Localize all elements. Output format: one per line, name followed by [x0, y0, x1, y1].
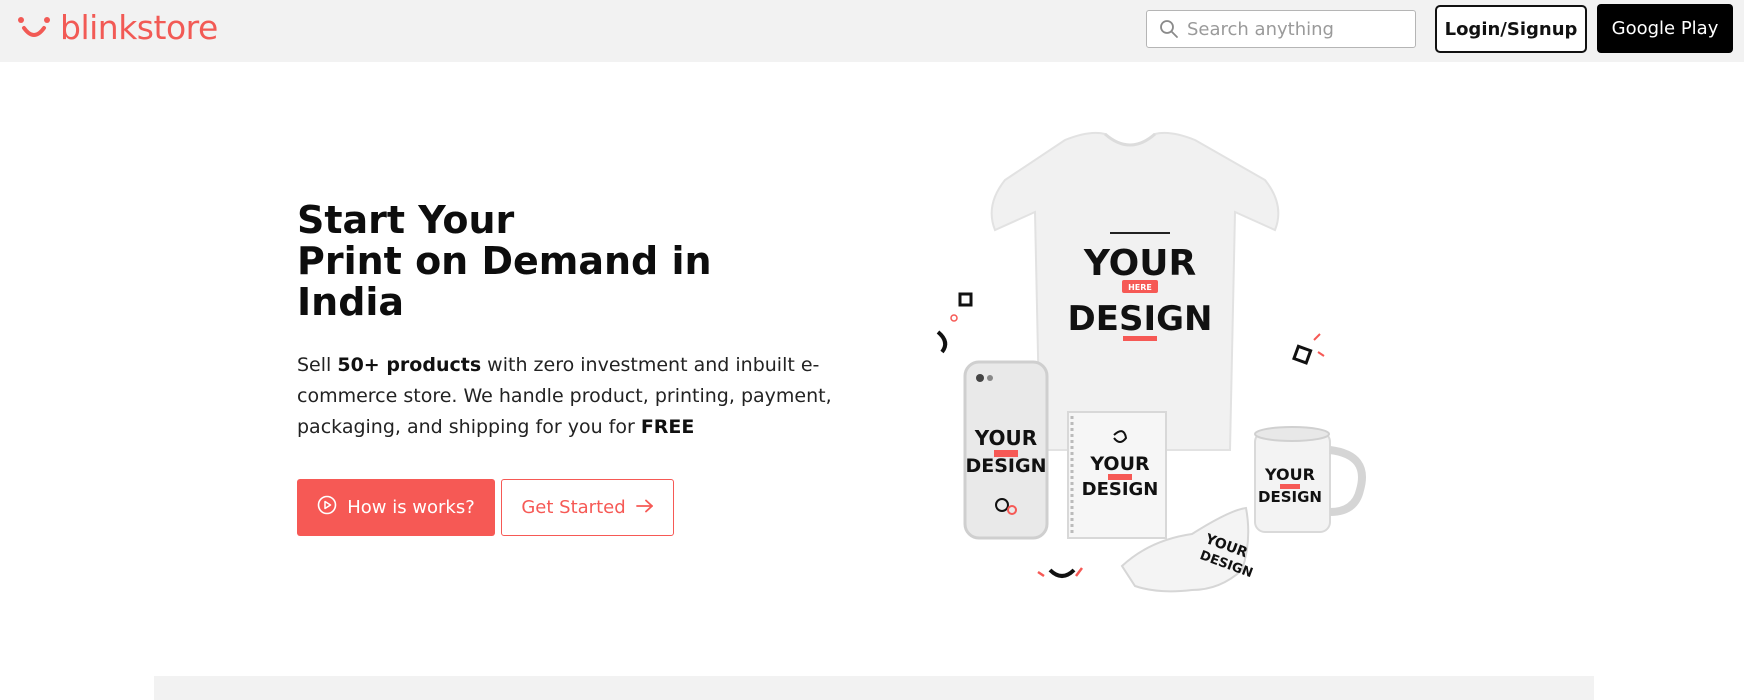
desc-bold-free: FREE: [640, 416, 695, 438]
tshirt-design-line2: DESIGN: [1068, 299, 1213, 339]
top-header: blinkstore Login/Signup Google Play: [0, 0, 1744, 62]
search-icon: [1159, 19, 1179, 39]
how-it-works-label: How is works?: [347, 497, 475, 518]
arrow-right-icon: [635, 497, 654, 518]
hero-title: Start Your Print on Demand in India: [297, 200, 717, 323]
mug-mockup: YOUR DESIGN: [1254, 426, 1366, 533]
get-started-button[interactable]: Get Started: [501, 479, 674, 536]
mug-design-line1: YOUR: [1264, 465, 1315, 484]
smile-logo-icon: [14, 8, 54, 48]
how-it-works-button[interactable]: How is works?: [297, 479, 495, 536]
tshirt-design-line1: YOUR: [1083, 243, 1196, 284]
hero-title-line: India: [297, 280, 405, 324]
notebook-design-line1: YOUR: [1089, 453, 1150, 475]
get-started-label: Get Started: [521, 497, 626, 518]
hero-description: Sell 50+ products with zero investment a…: [297, 350, 837, 443]
desc-bold-products: 50+ products: [337, 354, 482, 376]
hero-title-line: Start Your: [297, 198, 515, 242]
brand-logo[interactable]: blinkstore: [14, 8, 218, 48]
phone-design-line2: DESIGN: [965, 455, 1046, 477]
search-box[interactable]: [1146, 10, 1416, 48]
notebook-design-line2: DESIGN: [1082, 479, 1159, 500]
next-section-strip: [154, 676, 1594, 700]
play-circle-icon: [317, 495, 337, 520]
search-input[interactable]: [1187, 18, 1407, 40]
tshirt-design-tag: HERE: [1128, 283, 1152, 292]
login-signup-button[interactable]: Login/Signup: [1435, 5, 1587, 53]
notebook-mockup: YOUR DESIGN: [1067, 411, 1167, 539]
desc-text: Sell: [297, 354, 338, 376]
phone-case-mockup: YOUR DESIGN: [963, 360, 1049, 540]
phone-design-line1: YOUR: [974, 426, 1037, 450]
mug-design-line2: DESIGN: [1258, 488, 1322, 506]
product-mockup-image: YOUR HERE DESIGN YOUR DESIGN YOUR DESIGN: [936, 131, 1366, 593]
google-play-button[interactable]: Google Play: [1597, 4, 1733, 53]
brand-name: blinkstore: [60, 8, 218, 47]
hero-title-line: Print on Demand in: [297, 239, 712, 283]
